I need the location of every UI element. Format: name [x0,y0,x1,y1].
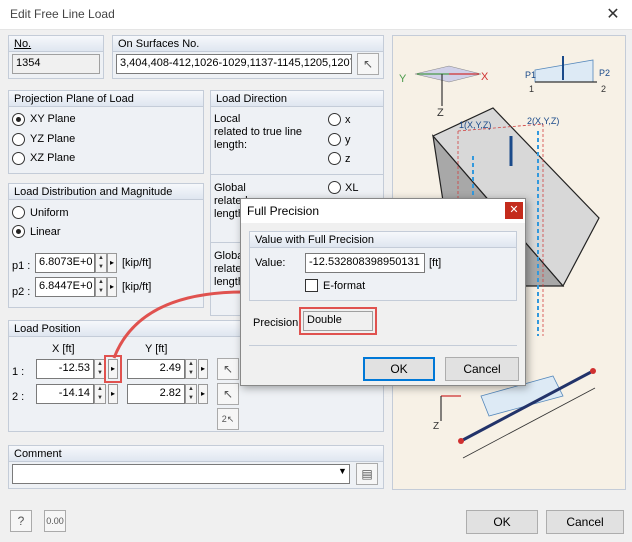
p1-unit: [kip/ft] [122,257,152,269]
axis-y-label: Y [399,73,407,85]
row2-label: 2 : [12,391,25,403]
pt1-diagram-label: 1(X,Y,Z) [459,120,491,130]
no-label: No. [14,38,32,50]
pick-point2-button[interactable]: ↖ [217,383,239,405]
radio-local-y[interactable] [328,133,341,146]
dialog-cancel-button[interactable]: Cancel [445,357,519,381]
value-unit: [ft] [429,257,442,269]
yz-plane-label: YZ Plane [30,133,76,145]
local-direction-label: Local related to true line length: [214,113,303,151]
comment-header: Comment [8,445,384,461]
no-header: No. [8,35,104,51]
library-icon: ▤ [361,467,373,481]
help-icon: ? [17,514,25,528]
row1-x-input[interactable]: -12.53 [36,359,94,379]
comment-input[interactable] [12,464,350,484]
position-label: Load Position [14,323,81,335]
projection-label: Projection Plane of Load [14,93,134,105]
uniform-label: Uniform [30,207,69,219]
radio-xz-plane[interactable] [12,152,25,165]
axis-x-label: X [481,71,489,83]
distribution-header: Load Distribution and Magnitude [8,183,204,199]
node2-label: 2 [601,84,606,94]
p1-spinner[interactable]: ▲ ▼ [95,253,107,273]
local-y-label: y [345,134,351,146]
p2-diagram-label: P2 [599,68,610,78]
units-icon: 0.00 [46,516,64,526]
surfaces-header: On Surfaces No. [112,35,384,51]
x-column-header: X [ft] [52,343,75,355]
radio-local-z[interactable] [328,152,341,165]
precision-group-label: Value with Full Precision [255,234,375,246]
row2-x-spinner[interactable]: ▲ ▼ [94,384,106,404]
distribution-label: Load Distribution and Magnitude [14,186,173,198]
close-icon[interactable]: ✕ [600,3,626,27]
axis-z-label: Z [437,107,444,119]
radio-yz-plane[interactable] [12,133,25,146]
p2-input[interactable]: 6.8447E+0 [35,277,95,297]
dialog-divider [249,345,517,346]
radio-xy-plane[interactable] [12,113,25,126]
xy-plane-label: XY Plane [30,113,76,125]
direction-label: Load Direction [216,93,287,105]
radio-global-xl[interactable] [328,181,341,194]
cancel-button[interactable]: Cancel [546,510,624,534]
full-value-field[interactable]: -12.532808398950131 [305,253,425,273]
axis-z-label-2: Z [433,421,439,432]
highlight-box-precision [299,307,377,335]
pick-two-points-button[interactable]: 2↖ [217,408,239,430]
global-xl-label: XL [345,182,359,194]
precision-label: Precision: [253,317,302,329]
units-button[interactable]: 0.00 [44,510,66,532]
linear-label: Linear [30,226,61,238]
p1-label: p1 : [12,260,31,272]
direction-divider [210,174,384,175]
p1-diagram-label: P1 [525,70,536,80]
eformat-label: E-format [323,280,366,292]
direction-header: Load Direction [210,90,384,106]
projection-header: Projection Plane of Load [8,90,204,106]
node1-label: 1 [529,84,534,94]
local-x-label: x [345,114,351,126]
dialog-ok-button[interactable]: OK [363,357,435,381]
comment-label: Comment [14,448,62,460]
radio-linear[interactable] [12,225,25,238]
eformat-checkbox[interactable] [305,279,318,292]
local-z-label: z [345,153,351,165]
p1-input[interactable]: 6.8073E+0 [35,253,95,273]
help-button[interactable]: ? [10,510,32,532]
pt2-diagram-label: 2(X,Y,Z) [527,116,559,126]
radio-uniform[interactable] [12,206,25,219]
no-field[interactable]: 1354 [12,54,100,74]
row1-label: 1 : [12,366,25,378]
dialog-titlebar: Full Precision ✕ [241,199,525,223]
row2-y-more-button[interactable]: ▸ [198,384,208,404]
dialog-close-icon[interactable]: ✕ [505,202,523,219]
p2-label: p2 : [12,286,31,298]
comment-library-button[interactable]: ▤ [356,463,378,485]
full-precision-dialog: Full Precision ✕ Value with Full Precisi… [240,198,526,386]
row2-y-spinner[interactable]: ▲ ▼ [185,384,197,404]
row2-x-input[interactable]: -14.14 [36,384,94,404]
pick-two-points-icon: 2↖ [221,414,235,424]
pick-cursor-icon: ↖ [362,57,374,71]
dialog-title: Full Precision [247,204,320,218]
chevron-down-icon[interactable]: ▼ [338,466,347,476]
surfaces-input[interactable]: 3,404,408-412,1026-1029,1137-1145,1205,1… [116,54,352,74]
precision-group-header: Value with Full Precision [249,231,517,247]
pick-cursor-icon: ↖ [222,387,234,401]
window-title: Edit Free Line Load [10,7,115,21]
surfaces-label: On Surfaces No. [118,38,200,50]
p1-more-button[interactable]: ▸ [107,253,117,273]
xz-plane-label: XZ Plane [30,152,76,164]
row2-y-input[interactable]: 2.82 [127,384,185,404]
row2-x-more-button[interactable]: ▸ [108,384,118,404]
value-label: Value: [255,257,286,269]
pick-surfaces-button[interactable]: ↖ [357,53,379,75]
radio-local-x[interactable] [328,113,341,126]
window-titlebar: Edit Free Line Load ✕ [0,0,632,30]
ok-button[interactable]: OK [466,510,538,534]
